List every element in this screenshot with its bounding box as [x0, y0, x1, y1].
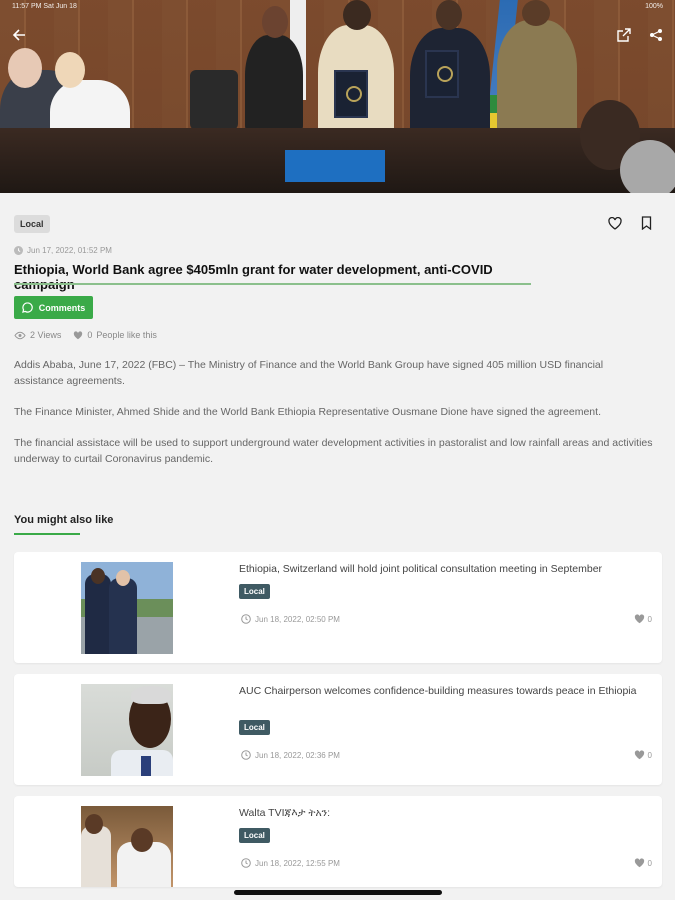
heart-icon	[634, 614, 644, 624]
related-date-text: Jun 18, 2022, 12:55 PM	[255, 858, 340, 868]
person-head	[8, 48, 42, 88]
status-battery: 100%	[645, 3, 663, 13]
heart-icon	[74, 330, 83, 339]
related-title: AUC Chairperson welcomes confidence-buil…	[239, 685, 637, 697]
person-head	[522, 0, 550, 26]
hero-screen	[285, 150, 385, 182]
person-head	[620, 140, 675, 193]
clock-icon	[241, 858, 251, 868]
related-date: Jun 18, 2022, 02:50 PM	[241, 614, 340, 624]
article-thumbnail	[81, 806, 173, 887]
related-tag[interactable]: Local	[239, 584, 270, 599]
comments-label: Comments	[38, 302, 86, 313]
related-date: Jun 18, 2022, 12:55 PM	[241, 858, 340, 868]
category-tag[interactable]: Local	[14, 215, 50, 233]
title-underline	[14, 283, 531, 285]
related-likes: 0	[634, 614, 652, 624]
status-time: 11:57 PM Sat Jun 18	[12, 3, 77, 10]
share-icon	[650, 29, 662, 41]
likes-count: 0	[87, 330, 93, 340]
back-button[interactable]	[10, 26, 28, 44]
heart-icon	[634, 858, 644, 868]
related-date-text: Jun 18, 2022, 02:50 PM	[255, 614, 340, 624]
related-likes: 0	[634, 750, 652, 760]
related-section-title: You might also like	[14, 514, 114, 526]
favorite-button[interactable]	[606, 214, 624, 232]
related-title: Ethiopia, Switzerland will hold joint po…	[239, 563, 603, 575]
person	[245, 35, 303, 135]
hero-image: 11:57 PM Sat Jun 18 100%	[0, 0, 675, 193]
clock-icon	[241, 750, 251, 760]
related-article-card[interactable]: Walta TVIጃእታ ትአን: Local Jun 18, 2022, 12…	[14, 796, 662, 887]
related-likes-count: 0	[647, 750, 652, 760]
article-thumbnail	[81, 684, 173, 776]
related-date: Jun 18, 2022, 02:36 PM	[241, 750, 340, 760]
bookmark-button[interactable]	[637, 214, 655, 232]
article-paragraph: The financial assistace will be used to …	[14, 437, 653, 465]
person-head	[262, 6, 288, 38]
likes-label: People like this	[96, 330, 157, 340]
clock-icon	[241, 614, 251, 624]
article-thumbnail	[81, 562, 173, 654]
arrow-left-icon	[12, 29, 25, 41]
related-likes-count: 0	[647, 614, 652, 624]
article-stats: 2 Views 0 People like this	[14, 330, 157, 340]
person-head	[436, 0, 462, 30]
battery-level: 100%	[645, 3, 663, 10]
article-paragraph: Addis Ababa, June 17, 2022 (FBC) – The M…	[14, 359, 604, 387]
share-button[interactable]	[647, 26, 665, 44]
external-link-icon	[617, 28, 631, 42]
bookmark-icon	[641, 216, 651, 230]
related-article-card[interactable]: AUC Chairperson welcomes confidence-buil…	[14, 674, 662, 785]
related-tag[interactable]: Local	[239, 828, 270, 843]
article-date: Jun 17, 2022, 01:52 PM	[14, 246, 112, 255]
related-tag[interactable]: Local	[239, 720, 270, 735]
clock-icon	[14, 246, 23, 255]
document-folder	[425, 50, 459, 98]
article-paragraph: The Finance Minister, Ahmed Shide and th…	[14, 406, 601, 418]
related-article-card[interactable]: Ethiopia, Switzerland will hold joint po…	[14, 552, 662, 663]
person-head	[55, 52, 85, 88]
article-date-text: Jun 17, 2022, 01:52 PM	[27, 246, 112, 255]
person-head	[343, 0, 371, 30]
views-count: 2 Views	[30, 330, 62, 340]
related-date-text: Jun 18, 2022, 02:36 PM	[255, 750, 340, 760]
article-title: Ethiopia, World Bank agree $405mln grant…	[14, 262, 493, 292]
related-likes: 0	[634, 858, 652, 868]
related-likes-count: 0	[647, 858, 652, 868]
heart-icon	[634, 750, 644, 760]
section-underline	[14, 533, 80, 535]
document-folder	[334, 70, 368, 118]
chair	[190, 70, 238, 130]
eye-icon	[14, 331, 26, 339]
home-indicator[interactable]	[234, 890, 442, 895]
heart-icon	[608, 216, 622, 230]
person	[497, 20, 577, 140]
comment-icon	[21, 302, 33, 313]
open-external-button[interactable]	[615, 26, 633, 44]
related-title: Walta TVIጃእታ ትአን:	[239, 807, 331, 819]
comments-button[interactable]: Comments	[14, 296, 93, 319]
